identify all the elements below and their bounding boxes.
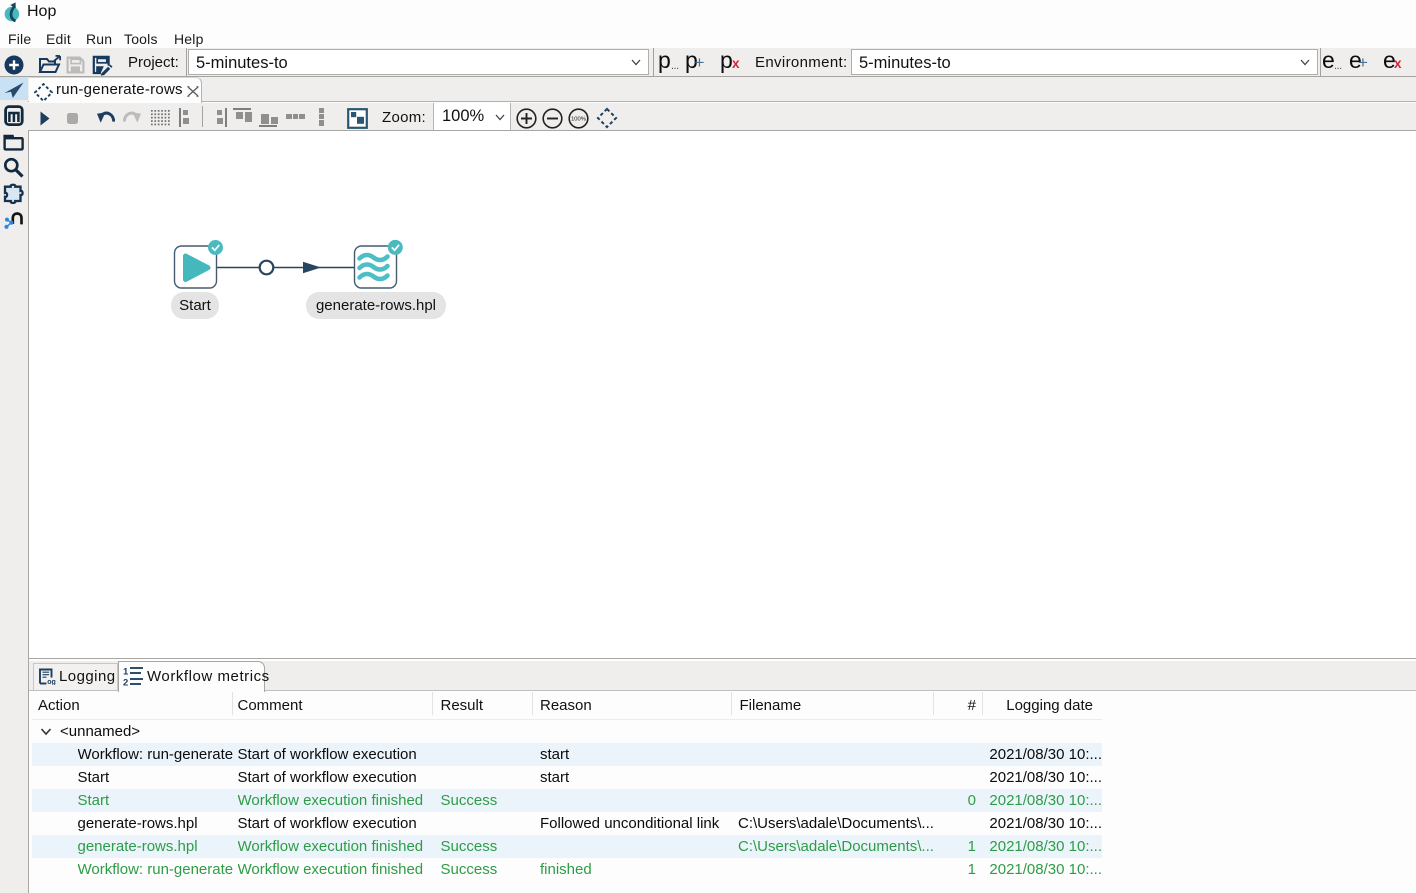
svg-text:1: 1 [123, 667, 129, 678]
svg-text:2: 2 [123, 678, 128, 688]
svg-text:og: og [47, 679, 56, 685]
svg-text:100%: 100% [571, 116, 586, 122]
